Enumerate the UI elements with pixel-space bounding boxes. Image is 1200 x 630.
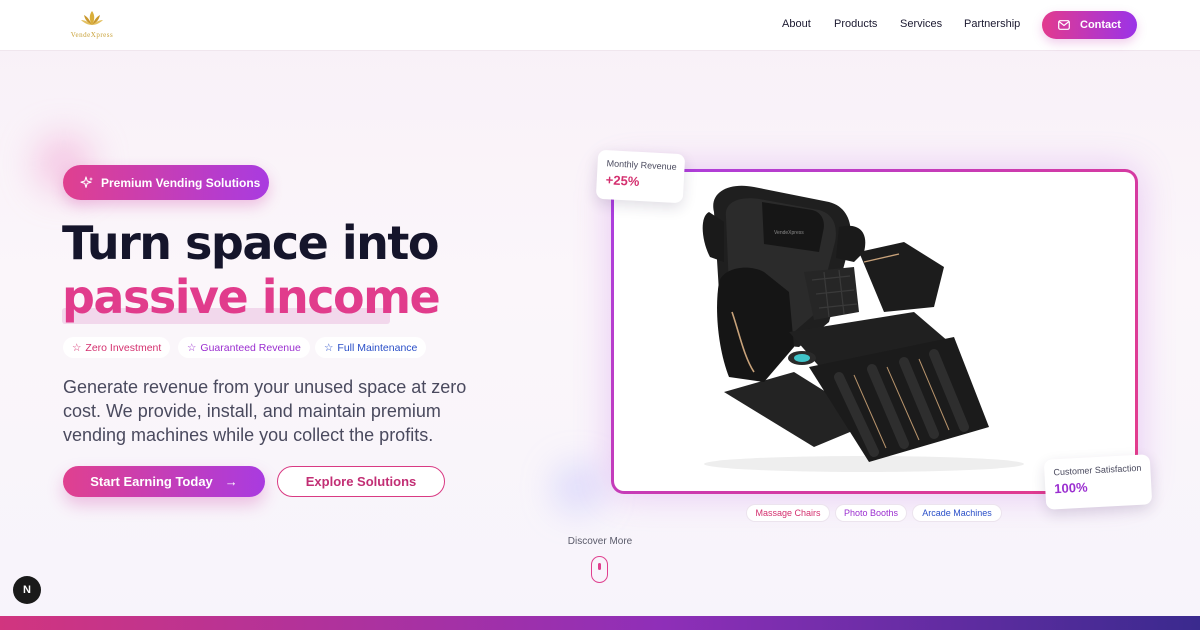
chair-brand-text: VendeXpress [774, 230, 804, 236]
dev-tools-badge[interactable]: N [13, 576, 41, 604]
product-image: VendeXpress [614, 172, 1135, 491]
monthly-revenue-card: Monthly Revenue +25% [595, 149, 686, 204]
lotus-logo-icon [81, 11, 103, 25]
premium-badge-label: Premium Vending Solutions [101, 175, 261, 190]
nav-partnership[interactable]: Partnership [964, 18, 1020, 30]
category-massage-chairs[interactable]: Massage Chairs [746, 504, 830, 522]
product-image-frame: VendeXpress [611, 169, 1138, 494]
hero-headline-line1: Turn space into [62, 216, 439, 270]
contact-button[interactable]: Contact [1042, 11, 1137, 39]
customer-satisfaction-label: Customer Satisfaction [1053, 462, 1142, 478]
scroll-wheel [598, 563, 601, 570]
scroll-mouse-icon[interactable] [591, 556, 608, 583]
monthly-revenue-label: Monthly Revenue [606, 158, 677, 172]
start-earning-label: Start Earning Today [90, 474, 213, 489]
star-icon: ☆ [324, 341, 334, 354]
tag-zero-investment: ☆ Zero Investment [63, 337, 171, 358]
hero-headline-line2: passive income [62, 270, 441, 324]
category-photo-booths[interactable]: Photo Booths [835, 504, 907, 522]
customer-satisfaction-card: Customer Satisfaction 100% [1043, 454, 1153, 510]
explore-solutions-button[interactable]: Explore Solutions [277, 466, 445, 497]
logo-text: VendeXpress [70, 31, 114, 39]
decorative-glow [556, 466, 600, 510]
sparkles-icon [80, 175, 93, 188]
nav-services[interactable]: Services [900, 18, 942, 30]
explore-solutions-label: Explore Solutions [305, 474, 417, 489]
star-icon: ☆ [187, 341, 197, 354]
start-earning-button[interactable]: Start Earning Today → [63, 466, 265, 497]
arrow-right-icon: → [224, 474, 238, 489]
nav-about[interactable]: About [782, 18, 811, 30]
tag-full-maintenance: ☆ Full Maintenance [315, 337, 427, 358]
mail-icon [1058, 20, 1070, 30]
tag-label: Zero Investment [85, 341, 162, 354]
premium-badge: Premium Vending Solutions [63, 165, 269, 200]
contact-label: Contact [1080, 19, 1121, 31]
tag-label: Guaranteed Revenue [200, 341, 301, 354]
nav-products[interactable]: Products [834, 18, 877, 30]
customer-satisfaction-value: 100% [1053, 479, 1088, 497]
site-header: VendeXpress About Products Services Part… [0, 0, 1200, 51]
logo[interactable]: VendeXpress [62, 9, 122, 43]
star-icon: ☆ [72, 341, 82, 354]
next-section-band [0, 616, 1200, 630]
category-arcade-machines[interactable]: Arcade Machines [912, 504, 1002, 522]
massage-chair-image: VendeXpress [702, 185, 1024, 472]
discover-more-label: Discover More [567, 536, 633, 547]
tag-label: Full Maintenance [337, 341, 418, 354]
hero-description: Generate revenue from your unused space … [63, 377, 467, 445]
tag-guaranteed-revenue: ☆ Guaranteed Revenue [178, 337, 310, 358]
monthly-revenue-value: +25% [605, 172, 640, 189]
